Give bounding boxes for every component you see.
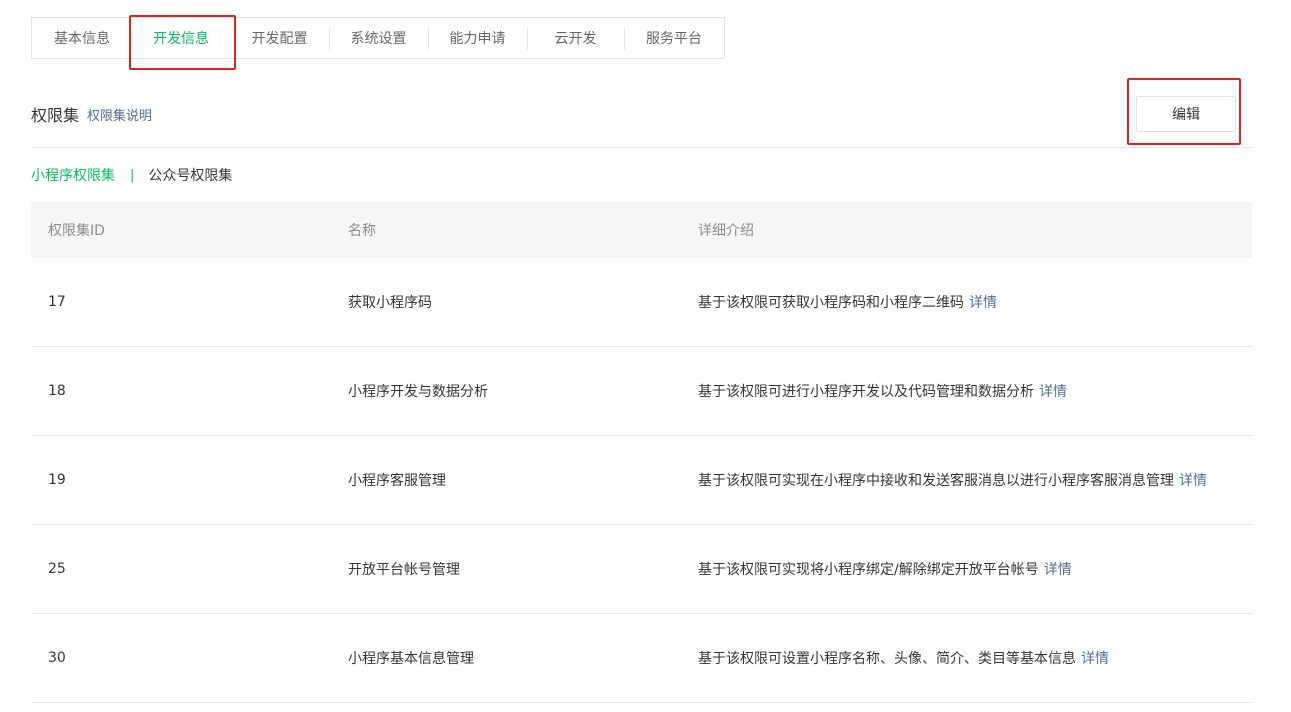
section-title: 权限集 [31, 106, 80, 125]
tab-capability-apply[interactable]: 能力申请 [428, 18, 527, 58]
table-row: 17 获取小程序码 基于该权限可获取小程序码和小程序二维码 详情 [31, 258, 1252, 347]
cell-name: 小程序基本信息管理 [348, 651, 474, 667]
cell-desc-text: 基于该权限可实现在小程序中接收和发送客服消息以进行小程序客服消息管理 [698, 473, 1174, 489]
cell-id: 25 [48, 561, 66, 577]
cell-desc-text: 基于该权限可设置小程序名称、头像、简介、类目等基本信息 [698, 651, 1076, 667]
header-desc: 详细介绍 [698, 223, 754, 239]
cell-name: 小程序开发与数据分析 [348, 384, 488, 400]
tab-dev-config[interactable]: 开发配置 [230, 18, 329, 58]
cell-desc-text: 基于该权限可实现将小程序绑定/解除绑定开放平台帐号 [698, 562, 1039, 578]
cell-desc-text: 基于该权限可进行小程序开发以及代码管理和数据分析 [698, 384, 1034, 400]
table-row: 30 小程序基本信息管理 基于该权限可设置小程序名称、头像、简介、类目等基本信息… [31, 614, 1252, 703]
tab-system-settings[interactable]: 系统设置 [329, 18, 428, 58]
detail-link[interactable]: 详情 [969, 295, 997, 311]
subtab-official-account-permissions[interactable]: 公众号权限集 [148, 165, 232, 185]
cell-name: 获取小程序码 [348, 295, 432, 311]
cell-name: 开放平台帐号管理 [348, 562, 460, 578]
tab-basic-info[interactable]: 基本信息 [32, 18, 132, 58]
cell-name: 小程序客服管理 [348, 473, 446, 489]
table-header: 权限集ID 名称 详细介绍 [31, 202, 1252, 258]
table-row: 25 开放平台帐号管理 基于该权限可实现将小程序绑定/解除绑定开放平台帐号 详情 [31, 525, 1252, 614]
permission-table: 权限集ID 名称 详细介绍 17 获取小程序码 基于该权限可获取小程序码和小程序… [31, 202, 1252, 703]
edit-button[interactable]: 编辑 [1136, 96, 1236, 132]
tab-service-platform[interactable]: 服务平台 [624, 18, 724, 58]
subtab-separator: | [130, 167, 135, 183]
cell-id: 17 [48, 294, 66, 310]
top-tab-bar: 基本信息 开发信息 开发配置 系统设置 能力申请 云开发 服务平台 [31, 17, 725, 59]
header-name: 名称 [348, 223, 376, 239]
table-row: 18 小程序开发与数据分析 基于该权限可进行小程序开发以及代码管理和数据分析 详情 [31, 347, 1252, 436]
detail-link[interactable]: 详情 [1081, 651, 1109, 667]
cell-id: 18 [48, 383, 66, 399]
detail-link[interactable]: 详情 [1044, 562, 1072, 578]
header-id: 权限集ID [48, 223, 105, 239]
cell-desc-text: 基于该权限可获取小程序码和小程序二维码 [698, 295, 964, 311]
permission-set-help-link[interactable]: 权限集说明 [87, 105, 152, 124]
permission-set-header: 权限集 权限集说明 编辑 [31, 96, 1252, 148]
cell-desc: 基于该权限可获取小程序码和小程序二维码 详情 [698, 292, 1252, 312]
cell-id: 19 [48, 472, 66, 488]
cell-id: 30 [48, 650, 66, 666]
table-row: 19 小程序客服管理 基于该权限可实现在小程序中接收和发送客服消息以进行小程序客… [31, 436, 1252, 525]
cell-desc: 基于该权限可设置小程序名称、头像、简介、类目等基本信息 详情 [698, 648, 1252, 668]
cell-desc: 基于该权限可实现将小程序绑定/解除绑定开放平台帐号 详情 [698, 559, 1252, 579]
cell-desc: 基于该权限可进行小程序开发以及代码管理和数据分析 详情 [698, 381, 1252, 401]
detail-link[interactable]: 详情 [1039, 384, 1067, 400]
cell-desc: 基于该权限可实现在小程序中接收和发送客服消息以进行小程序客服消息管理 详情 [698, 470, 1252, 490]
tab-cloud-dev[interactable]: 云开发 [527, 18, 624, 58]
permission-subtabs: 小程序权限集 | 公众号权限集 [31, 165, 232, 185]
subtab-miniprogram-permissions[interactable]: 小程序权限集 [31, 165, 115, 185]
detail-link[interactable]: 详情 [1179, 473, 1207, 489]
tab-dev-info[interactable]: 开发信息 [132, 18, 230, 58]
